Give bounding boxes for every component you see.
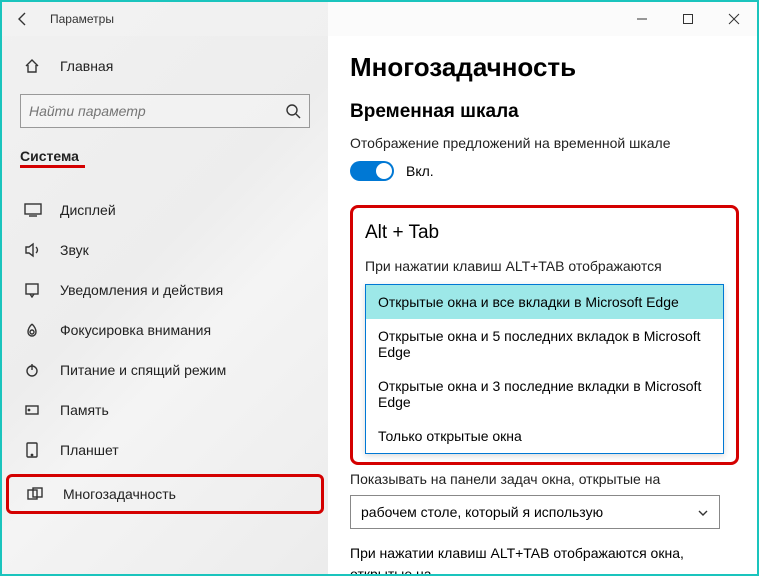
sidebar-item-power[interactable]: Питание и спящий режим xyxy=(2,350,328,390)
multitasking-icon xyxy=(27,487,49,501)
sidebar-item-label: Память xyxy=(60,402,109,418)
timeline-heading: Временная шкала xyxy=(350,101,739,123)
taskbar-select[interactable]: рабочем столе, который я использую xyxy=(350,495,720,529)
sidebar-item-label: Многозадачность xyxy=(63,486,176,502)
focus-icon xyxy=(24,322,46,338)
section-system: Система xyxy=(20,148,79,164)
main-content: Многозадачность Временная шкала Отображе… xyxy=(328,2,757,574)
back-button[interactable] xyxy=(2,2,44,36)
extra-label: При нажатии клавиш ALT+TAB отображаются … xyxy=(350,543,739,574)
sidebar-item-multitasking[interactable]: Многозадачность xyxy=(6,474,324,514)
search-input[interactable] xyxy=(29,103,285,119)
minimize-button[interactable] xyxy=(619,2,665,36)
home-icon xyxy=(24,58,46,74)
maximize-button[interactable] xyxy=(665,2,711,36)
sidebar-item-label: Питание и спящий режим xyxy=(60,362,226,378)
alttab-section-highlight: Alt + Tab При нажатии клавиш ALT+TAB ото… xyxy=(350,205,739,465)
toggle-state-label: Вкл. xyxy=(406,163,434,179)
chevron-down-icon xyxy=(697,506,709,518)
alttab-option-3[interactable]: Только открытые окна xyxy=(366,419,723,453)
timeline-toggle[interactable] xyxy=(350,161,394,181)
taskbar-label: Показывать на панели задач окна, открыты… xyxy=(350,471,739,487)
sidebar-item-label: Фокусировка внимания xyxy=(60,322,211,338)
sidebar-item-label: Звук xyxy=(60,242,89,258)
sidebar: Главная Система Дисплей Звук Уведом xyxy=(2,2,328,574)
sidebar-item-label: Планшет xyxy=(60,442,119,458)
alttab-option-2[interactable]: Открытые окна и 3 последние вкладки в Mi… xyxy=(366,369,723,419)
taskbar-select-value: рабочем столе, который я использую xyxy=(361,504,603,520)
alttab-heading: Alt + Tab xyxy=(365,222,724,244)
home-label: Главная xyxy=(60,58,113,74)
alttab-label: При нажатии клавиш ALT+TAB отображаются xyxy=(365,258,724,274)
sidebar-item-storage[interactable]: Память xyxy=(2,390,328,430)
display-icon xyxy=(24,203,46,217)
alttab-option-0[interactable]: Открытые окна и все вкладки в Microsoft … xyxy=(366,285,723,319)
page-title: Многозадачность xyxy=(350,52,739,83)
sound-icon xyxy=(24,242,46,258)
home-link[interactable]: Главная xyxy=(2,50,328,82)
sidebar-item-notifications[interactable]: Уведомления и действия xyxy=(2,270,328,310)
search-box[interactable] xyxy=(20,94,310,128)
sidebar-item-label: Уведомления и действия xyxy=(60,282,223,298)
tablet-icon xyxy=(24,442,46,458)
window-title: Параметры xyxy=(50,12,114,26)
storage-icon xyxy=(24,402,46,418)
sidebar-item-focus[interactable]: Фокусировка внимания xyxy=(2,310,328,350)
alttab-option-1[interactable]: Открытые окна и 5 последних вкладок в Mi… xyxy=(366,319,723,369)
close-button[interactable] xyxy=(711,2,757,36)
sidebar-item-tablet[interactable]: Планшет xyxy=(2,430,328,470)
search-icon xyxy=(285,103,301,119)
alttab-dropdown[interactable]: Открытые окна и все вкладки в Microsoft … xyxy=(365,284,724,454)
sidebar-item-label: Дисплей xyxy=(60,202,116,218)
power-icon xyxy=(24,362,46,378)
sidebar-item-sound[interactable]: Звук xyxy=(2,230,328,270)
sidebar-item-display[interactable]: Дисплей xyxy=(2,190,328,230)
timeline-label: Отображение предложений на временной шка… xyxy=(350,135,739,151)
notifications-icon xyxy=(24,282,46,298)
